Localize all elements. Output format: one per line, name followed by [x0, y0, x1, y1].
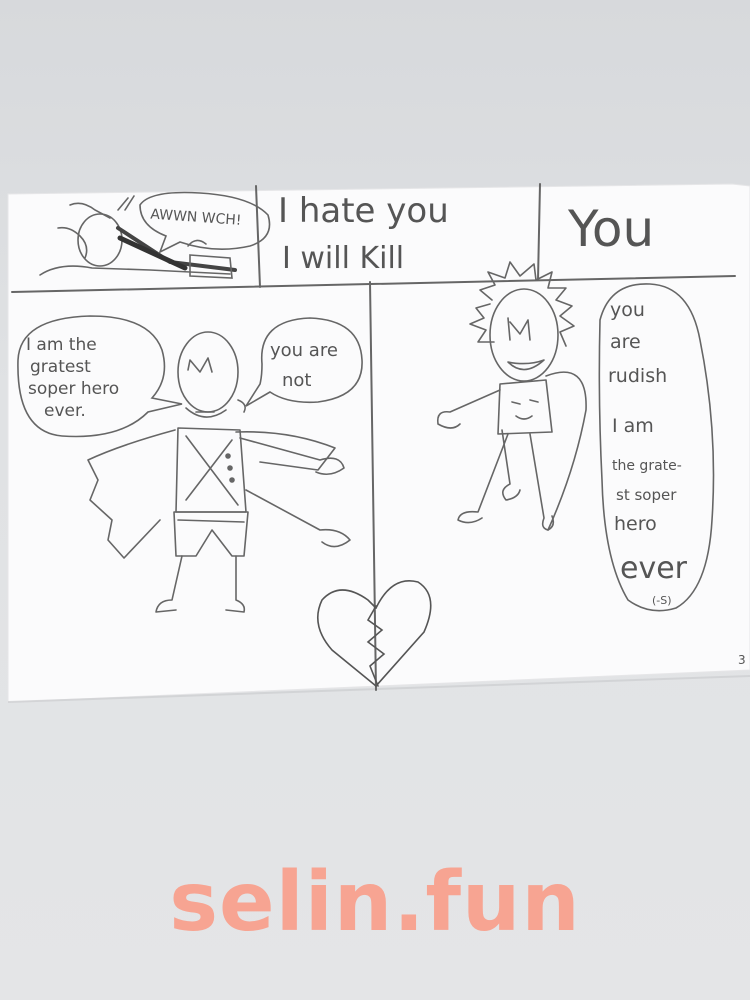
svg-text:ever: ever	[620, 551, 688, 586]
svg-text:gratest: gratest	[30, 357, 91, 377]
svg-text:you: you	[610, 299, 645, 321]
svg-text:(-S): (-S)	[652, 594, 672, 607]
svg-text:not: not	[282, 370, 311, 391]
watermark-text: selin.fun	[169, 855, 581, 950]
panel2-line2: I will Kill	[282, 241, 404, 276]
svg-text:I am the: I am the	[26, 335, 97, 355]
panel2-line1: I hate you	[278, 191, 449, 231]
svg-text:soper hero: soper hero	[28, 379, 119, 399]
svg-text:the grate-: the grate-	[612, 458, 682, 474]
comic-photo: AWWN WCH! I hate you I will Kill You I a…	[7, 183, 750, 703]
svg-text:st soper: st soper	[616, 486, 677, 504]
panel3-text: You	[567, 200, 654, 258]
page-number: 3	[738, 653, 746, 667]
svg-text:are: are	[610, 331, 641, 353]
svg-text:rudish: rudish	[608, 365, 667, 387]
svg-text:hero: hero	[614, 513, 657, 535]
svg-text:ever.: ever.	[44, 401, 86, 421]
svg-text:you are: you are	[270, 340, 338, 361]
svg-text:I am: I am	[612, 415, 654, 437]
